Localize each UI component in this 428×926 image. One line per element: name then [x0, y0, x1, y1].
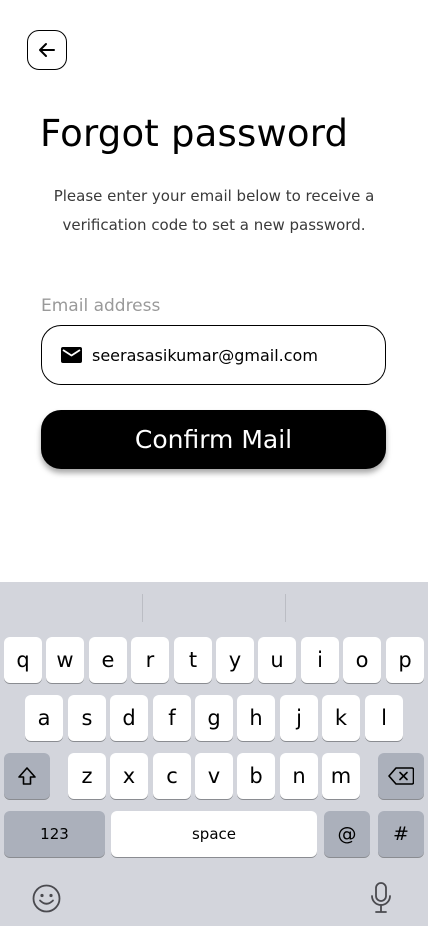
key-e[interactable]: e	[89, 637, 127, 683]
emoji-icon	[32, 884, 61, 913]
key-y[interactable]: y	[216, 637, 254, 683]
key-a[interactable]: a	[25, 695, 63, 741]
key-b[interactable]: b	[237, 753, 275, 799]
email-field[interactable]	[41, 325, 386, 385]
keyboard: q w e r t y u i o p a s d f g h j k l z …	[0, 582, 428, 926]
confirm-mail-button[interactable]: Confirm Mail	[41, 410, 386, 469]
email-input[interactable]	[92, 345, 372, 365]
dictation-button[interactable]	[370, 882, 392, 918]
subtitle-line: Please enter your email below to receive…	[53, 187, 375, 205]
key-q[interactable]: q	[4, 637, 42, 683]
mail-icon	[61, 347, 82, 363]
key-i[interactable]: i	[301, 637, 339, 683]
key-k[interactable]: k	[322, 695, 360, 741]
shift-key[interactable]	[4, 753, 50, 799]
shift-icon	[18, 767, 36, 785]
key-w[interactable]: w	[46, 637, 84, 683]
page-subtitle: Please enter your email below to receive…	[30, 182, 398, 240]
arrow-left-icon	[39, 43, 55, 57]
key-g[interactable]: g	[195, 695, 233, 741]
suggestion-divider	[142, 594, 143, 622]
suggestion-bar	[0, 582, 428, 632]
key-z[interactable]: z	[68, 753, 106, 799]
key-j[interactable]: j	[280, 695, 318, 741]
key-o[interactable]: o	[343, 637, 381, 683]
key-m[interactable]: m	[322, 753, 360, 799]
page-title: Forgot password	[40, 112, 349, 155]
key-l[interactable]: l	[365, 695, 403, 741]
key-x[interactable]: x	[110, 753, 148, 799]
microphone-icon	[371, 882, 391, 913]
key-n[interactable]: n	[280, 753, 318, 799]
emoji-button[interactable]	[32, 884, 61, 917]
key-v[interactable]: v	[195, 753, 233, 799]
backspace-icon	[388, 767, 414, 785]
key-u[interactable]: u	[258, 637, 296, 683]
hash-key[interactable]: #	[378, 811, 424, 857]
subtitle-line: verification code to set a new password.	[62, 216, 366, 234]
at-key[interactable]: @	[324, 811, 370, 857]
key-p[interactable]: p	[386, 637, 424, 683]
back-button[interactable]	[27, 30, 67, 70]
key-h[interactable]: h	[237, 695, 275, 741]
email-label: Email address	[41, 296, 161, 316]
key-f[interactable]: f	[153, 695, 191, 741]
key-s[interactable]: s	[68, 695, 106, 741]
key-r[interactable]: r	[131, 637, 169, 683]
space-key[interactable]: space	[111, 811, 317, 857]
numbers-key[interactable]: 123	[4, 811, 105, 857]
key-t[interactable]: t	[174, 637, 212, 683]
key-d[interactable]: d	[110, 695, 148, 741]
key-c[interactable]: c	[153, 753, 191, 799]
suggestion-divider	[285, 594, 286, 622]
backspace-key[interactable]	[378, 753, 424, 799]
